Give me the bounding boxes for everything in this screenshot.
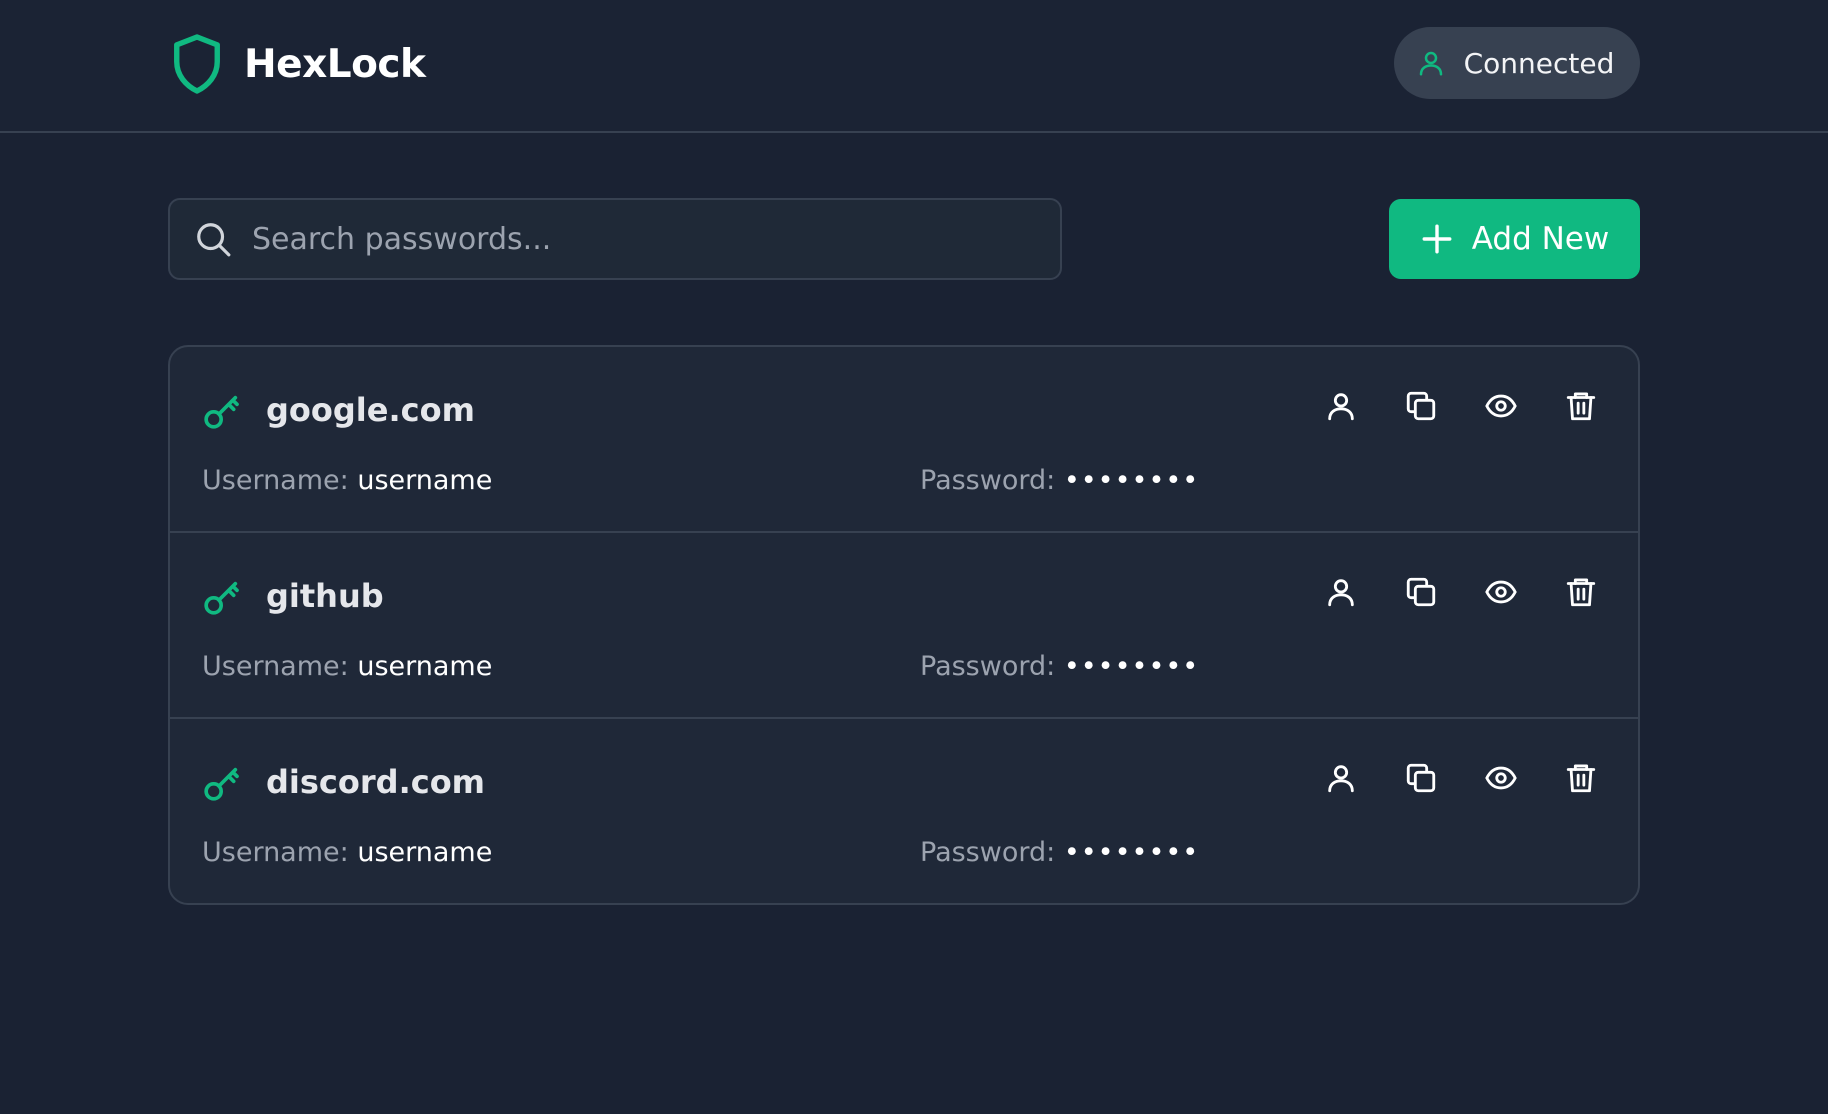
key-icon [204, 767, 239, 801]
add-new-button[interactable]: Add New [1389, 199, 1640, 279]
username-label: Username: [202, 837, 349, 868]
password-field: Password: •••••••• [920, 651, 1199, 682]
user-icon [1328, 765, 1354, 793]
entry-actions [1324, 761, 1598, 795]
show-password-button[interactable] [1484, 389, 1518, 423]
entry-site-name: github [266, 577, 384, 615]
password-field: Password: •••••••• [920, 465, 1199, 496]
copy-icon [1406, 577, 1436, 607]
plus-icon [1422, 224, 1452, 254]
search-input[interactable] [250, 208, 1060, 270]
password-field: Password: •••••••• [920, 837, 1199, 868]
password-entry: discord.com Username: username Password:… [170, 719, 1638, 903]
username-value: username [357, 465, 493, 496]
delete-entry-button[interactable] [1564, 389, 1598, 423]
add-new-label: Add New [1471, 221, 1610, 257]
show-password-button[interactable] [1484, 575, 1518, 609]
password-list: google.com Username: username Password: … [168, 345, 1640, 905]
shield-icon [174, 34, 220, 94]
user-icon [1328, 393, 1354, 421]
password-label: Password: [920, 465, 1056, 496]
password-value: •••••••• [1063, 651, 1200, 682]
username-field: Username: username [202, 651, 492, 682]
password-entry: google.com Username: username Password: … [170, 347, 1638, 533]
key-icon [204, 395, 239, 429]
password-entry: github Username: username Password: ••••… [170, 533, 1638, 719]
key-icon [204, 581, 239, 615]
username-value: username [357, 651, 493, 682]
eye-icon [1485, 766, 1517, 790]
username-label: Username: [202, 465, 349, 496]
copy-icon [1406, 763, 1436, 793]
show-password-button[interactable] [1484, 761, 1518, 795]
user-icon [1328, 579, 1354, 607]
delete-entry-button[interactable] [1564, 761, 1598, 795]
username-label: Username: [202, 651, 349, 682]
delete-entry-button[interactable] [1564, 575, 1598, 609]
search-bar [168, 198, 1062, 280]
trash-icon [1566, 392, 1596, 421]
connection-status-label: Connected [1463, 46, 1615, 80]
entry-actions [1324, 575, 1598, 609]
entry-actions [1324, 389, 1598, 423]
username-field: Username: username [202, 837, 492, 868]
password-value: •••••••• [1063, 465, 1200, 496]
app-header: HexLock Connected [0, 0, 1828, 133]
username-field: Username: username [202, 465, 492, 496]
password-label: Password: [920, 837, 1056, 868]
search-icon [197, 223, 231, 257]
connection-status-button[interactable]: Connected [1394, 27, 1640, 99]
copy-icon [1406, 391, 1436, 421]
password-value: •••••••• [1063, 837, 1200, 868]
password-label: Password: [920, 651, 1056, 682]
copy-password-button[interactable] [1404, 575, 1438, 609]
copy-username-button[interactable] [1324, 389, 1358, 423]
eye-icon [1485, 580, 1517, 604]
username-value: username [357, 837, 493, 868]
entry-site-name: google.com [266, 391, 475, 429]
entry-site-name: discord.com [266, 763, 486, 801]
trash-icon [1566, 764, 1596, 793]
copy-username-button[interactable] [1324, 575, 1358, 609]
app-title: HexLock [244, 41, 426, 87]
copy-username-button[interactable] [1324, 761, 1358, 795]
eye-icon [1485, 394, 1517, 418]
copy-password-button[interactable] [1404, 761, 1438, 795]
copy-password-button[interactable] [1404, 389, 1438, 423]
trash-icon [1566, 578, 1596, 607]
user-icon [1419, 51, 1442, 76]
app-logo: HexLock [170, 30, 426, 98]
